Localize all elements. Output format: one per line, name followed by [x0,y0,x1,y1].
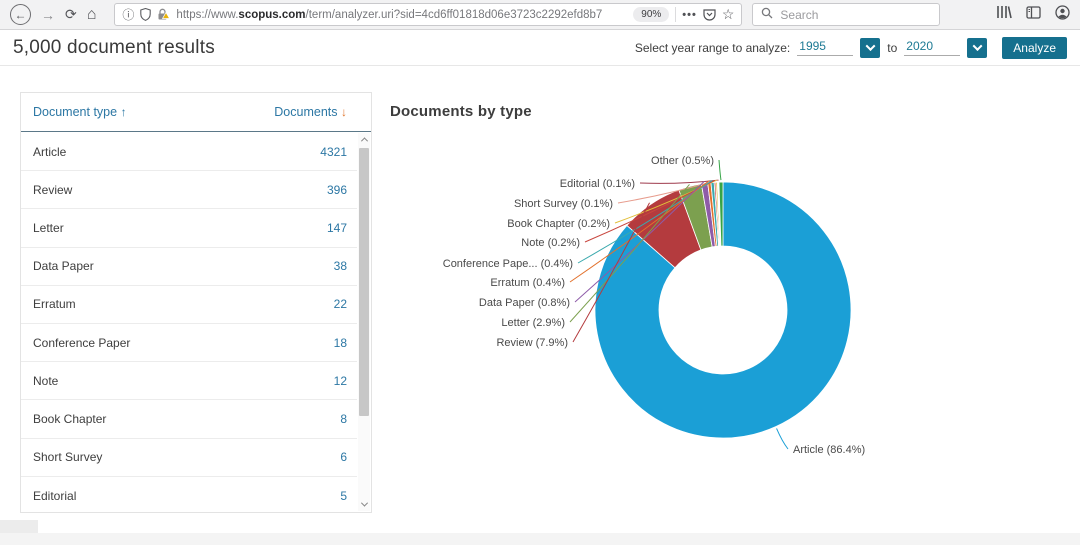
table-row: Article 4321 [21,133,357,171]
search-icon [761,6,773,24]
analyze-button[interactable]: Analyze [1002,37,1067,59]
documents-count-link[interactable]: 6 [340,450,347,464]
table-scrollbar[interactable] [358,133,370,511]
year-range-controls: Select year range to analyze: 1995 to 20… [635,37,1067,59]
scrollbar-thumb[interactable] [359,148,369,416]
documents-count-link[interactable]: 396 [327,183,347,197]
footer-chip [0,520,38,533]
sidebar-icon[interactable] [1026,6,1041,24]
documents-count-link[interactable]: 5 [340,489,347,503]
documents-count-link[interactable]: 8 [340,412,347,426]
slice-label: Conference Pape... (0.4%) [443,258,573,270]
table-header: Document type ↑ Documents ↓ [21,93,371,132]
document-type-cell: Data Paper [33,259,94,273]
toolbar-right-icons [996,5,1070,25]
results-header: 5,000 document results Select year range… [0,30,1080,66]
back-icon[interactable]: ← [10,4,31,25]
donut-chart-svg: Other (0.5%) Editorial (0.1%) Short Survey… [388,95,1080,515]
slice-label: Book Chapter (0.2%) [507,218,610,230]
sort-document-type[interactable]: Document type ↑ [33,105,127,119]
documents-count-link[interactable]: 4321 [320,145,347,159]
lock-warning-icon[interactable] [157,8,170,21]
sort-asc-icon: ↑ [121,105,127,119]
scroll-up-icon[interactable] [358,133,370,146]
bookmark-star-icon[interactable]: ☆ [722,6,735,23]
chevron-down-icon [972,41,982,51]
documents-by-type-chart: Other (0.5%) Editorial (0.1%) Short Survey… [388,95,1080,515]
browser-toolbar: ← → ⟳ ⌂ ⓘ https://www.scopus.com/term/an… [0,0,1080,30]
document-type-cell: Conference Paper [33,336,130,350]
year-to-dropdown-button[interactable] [967,38,987,58]
documents-count-link[interactable]: 22 [334,297,347,311]
table-row: Letter 147 [21,209,357,247]
year-range-label: Select year range to analyze: [635,41,790,55]
scopus-analyzer-page: ← → ⟳ ⌂ ⓘ https://www.scopus.com/term/an… [0,0,1080,545]
documents-count-link[interactable]: 18 [334,336,347,350]
home-icon[interactable]: ⌂ [87,6,97,24]
slice-label: Letter (2.9%) [501,317,565,329]
divider [675,7,676,22]
documents-count-link[interactable]: 38 [334,259,347,273]
document-type-cell: Letter [33,221,64,235]
sort-desc-icon: ↓ [341,105,347,119]
page-title: 5,000 document results [13,37,215,59]
to-label: to [887,41,897,55]
table-row: Review 396 [21,171,357,209]
document-type-cell: Short Survey [33,450,102,464]
leader-line [777,428,788,449]
forward-icon[interactable]: → [41,7,55,23]
table-row: Conference Paper 18 [21,324,357,362]
shield-icon[interactable] [140,8,151,21]
leader-line [719,160,721,180]
document-type-table: Document type ↑ Documents ↓ Article 4321 R… [20,92,372,513]
chevron-down-icon [865,41,875,51]
table-row: Editorial 5 [21,477,357,513]
slice-label: Editorial (0.1%) [560,178,635,190]
table-row: Book Chapter 8 [21,400,357,438]
documents-count-link[interactable]: 147 [327,221,347,235]
year-from-dropdown-button[interactable] [860,38,880,58]
slice-label: Data Paper (0.8%) [479,297,570,309]
slice-label: Article (86.4%) [793,444,865,456]
table-row: Erratum 22 [21,286,357,324]
url-text[interactable]: https://www.scopus.com/term/analyzer.uri… [176,9,627,21]
sort-documents[interactable]: Documents ↓ [274,105,347,119]
document-type-cell: Note [33,374,58,388]
site-info-icon[interactable]: ⓘ [122,6,134,23]
pocket-icon[interactable] [703,9,716,21]
table-row: Data Paper 38 [21,248,357,286]
footer-strip [0,533,1080,545]
document-type-cell: Erratum [33,297,76,311]
document-type-table-body: Article 4321 Review 396 Letter 147 Data Paper 3… [21,133,357,512]
library-icon[interactable] [996,5,1012,24]
table-row: Short Survey 6 [21,439,357,477]
document-type-cell: Article [33,145,66,159]
slice-label: Review (7.9%) [496,337,568,349]
address-bar[interactable]: ⓘ https://www.scopus.com/term/analyzer.u… [114,3,742,26]
document-type-cell: Book Chapter [33,412,106,426]
search-placeholder: Search [780,8,818,22]
table-row: Note 12 [21,362,357,400]
year-from-select[interactable]: 1995 [797,39,853,56]
slice-label: Short Survey (0.1%) [514,198,613,210]
slice-label: Erratum (0.4%) [490,277,565,289]
document-type-cell: Review [33,183,72,197]
document-type-cell: Editorial [33,489,76,503]
slice-label: Other (0.5%) [651,155,714,167]
chart-title: Documents by type [390,103,532,120]
documents-count-link[interactable]: 12 [334,374,347,388]
slice-label: Note (0.2%) [521,237,580,249]
account-icon[interactable] [1055,5,1070,25]
scroll-down-icon[interactable] [358,498,370,511]
browser-search-box[interactable]: Search [752,3,940,26]
year-to-select[interactable]: 2020 [904,39,960,56]
refresh-icon[interactable]: ⟳ [65,6,77,23]
zoom-level-badge[interactable]: 90% [633,7,669,22]
page-actions-icon[interactable]: ••• [682,9,697,21]
